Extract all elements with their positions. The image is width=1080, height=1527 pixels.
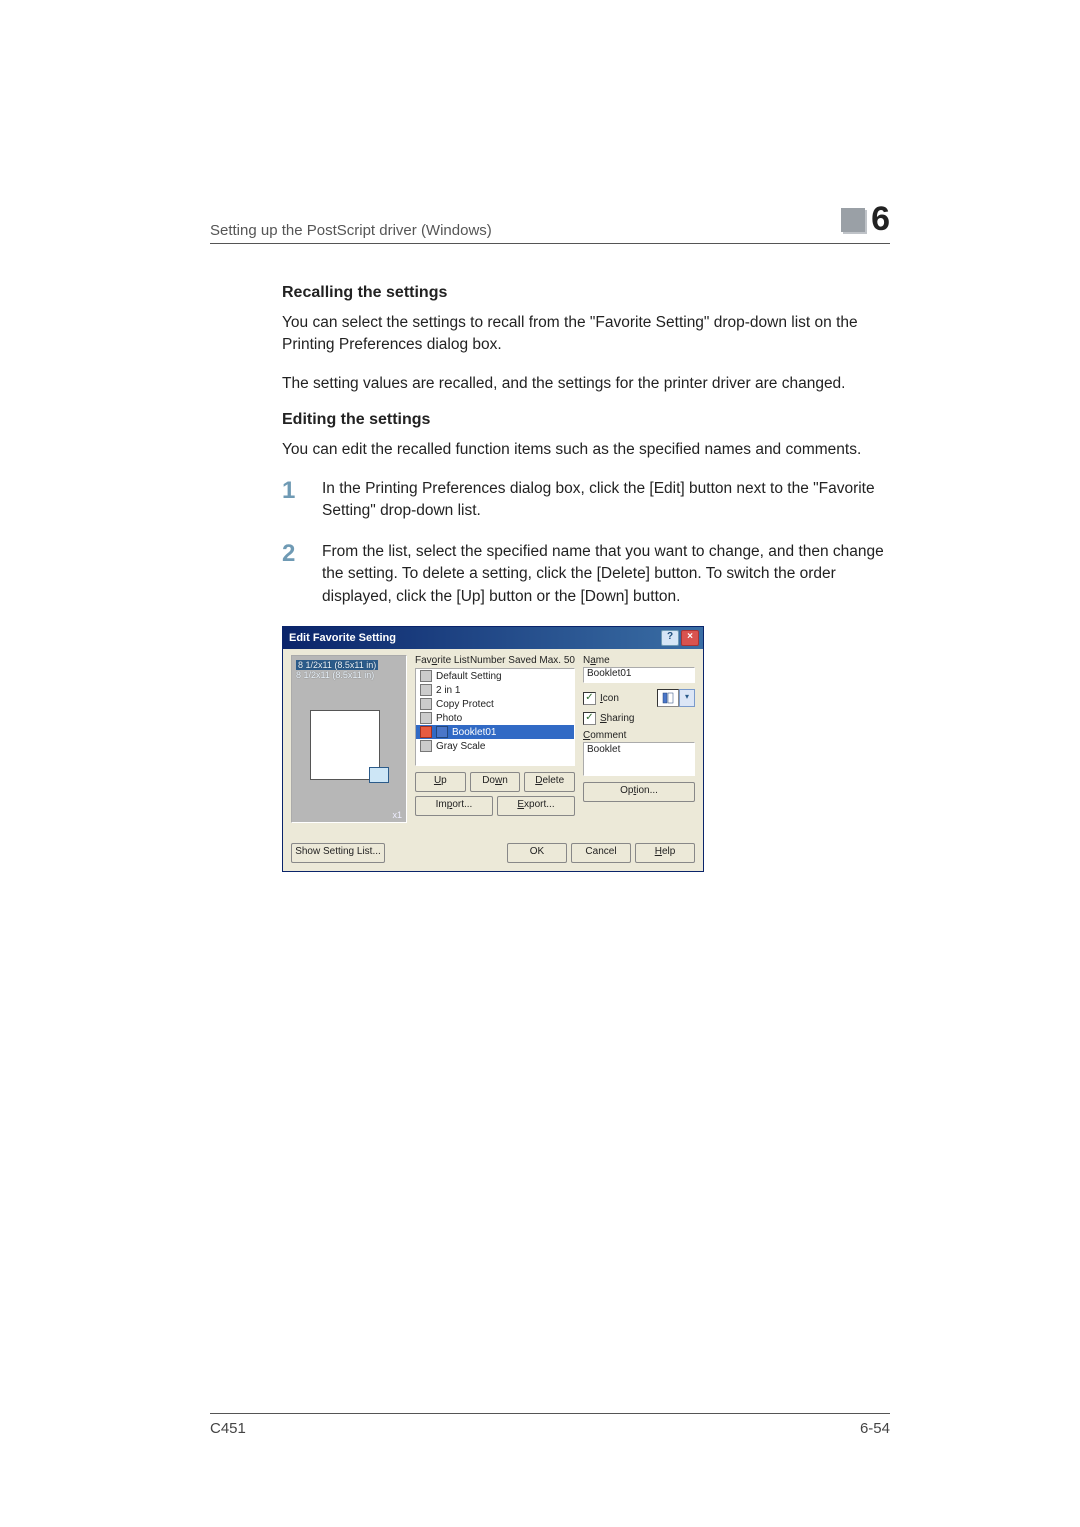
- list-item-label: Default Setting: [436, 671, 502, 682]
- para: You can select the settings to recall fr…: [282, 312, 890, 357]
- step-number: 1: [282, 478, 302, 523]
- section-title-editing: Editing the settings: [282, 411, 890, 429]
- chapter-number: 6: [871, 200, 890, 239]
- preview-page-icon: [310, 710, 380, 780]
- page-footer: C451 6-54: [210, 1413, 890, 1437]
- booklet-icon: [662, 692, 674, 704]
- setting-icon: [420, 740, 432, 752]
- step-text: From the list, select the specified name…: [322, 541, 890, 608]
- chapter-square-icon: [841, 208, 865, 232]
- list-item[interactable]: Booklet01: [416, 725, 574, 739]
- help-button[interactable]: Help: [635, 843, 695, 863]
- step-text: In the Printing Preferences dialog box, …: [322, 478, 890, 523]
- list-item-label: Photo: [436, 713, 462, 724]
- list-item[interactable]: Default Setting: [416, 669, 574, 683]
- icon-checkbox-label: Icon: [600, 693, 619, 704]
- edit-favorite-setting-dialog: Edit Favorite Setting ? × 8 1/2x11 (8.5x…: [282, 626, 704, 872]
- list-item-label: Gray Scale: [436, 741, 485, 752]
- name-input[interactable]: Booklet01: [583, 667, 695, 683]
- comment-input[interactable]: Booklet: [583, 742, 695, 776]
- down-button[interactable]: Down: [470, 772, 521, 792]
- para: You can edit the recalled function items…: [282, 439, 890, 461]
- preview-size-selected: 8 1/2x11 (8.5x11 in): [296, 660, 378, 670]
- list-item[interactable]: 2 in 1: [416, 683, 574, 697]
- comment-label: Comment: [583, 730, 695, 741]
- para: The setting values are recalled, and the…: [282, 373, 890, 395]
- setting-icon: [420, 670, 432, 682]
- favorite-list[interactable]: Default Setting 2 in 1 Copy Protect Phot…: [415, 668, 575, 766]
- ok-button[interactable]: OK: [507, 843, 567, 863]
- list-item[interactable]: Gray Scale: [416, 739, 574, 753]
- sharing-checkbox[interactable]: ✓: [583, 712, 596, 725]
- setting-icon: [420, 726, 432, 738]
- setting-icon: [420, 698, 432, 710]
- up-button[interactable]: Up: [415, 772, 466, 792]
- option-button[interactable]: Option...: [583, 782, 695, 802]
- list-item-label: Copy Protect: [436, 699, 494, 710]
- chapter-badge: 6: [841, 200, 890, 239]
- cancel-button[interactable]: Cancel: [571, 843, 631, 863]
- icon-checkbox[interactable]: ✓: [583, 692, 596, 705]
- show-setting-list-button[interactable]: Show Setting List...: [291, 843, 385, 863]
- delete-button[interactable]: Delete: [524, 772, 575, 792]
- section-title-recalling: Recalling the settings: [282, 284, 890, 302]
- setting-icon: [436, 726, 448, 738]
- footer-left: C451: [210, 1420, 246, 1437]
- help-icon[interactable]: ?: [661, 630, 679, 646]
- dialog-titlebar[interactable]: Edit Favorite Setting ? ×: [283, 627, 703, 649]
- footer-right: 6-54: [860, 1420, 890, 1437]
- export-button[interactable]: Export...: [497, 796, 575, 816]
- preview-pane: 8 1/2x11 (8.5x11 in) 8 1/2x11 (8.5x11 in…: [291, 655, 407, 823]
- header-title: Setting up the PostScript driver (Window…: [210, 222, 492, 239]
- list-item[interactable]: Copy Protect: [416, 697, 574, 711]
- dialog-title: Edit Favorite Setting: [289, 632, 396, 644]
- list-item[interactable]: Photo: [416, 711, 574, 725]
- number-saved-label: Number Saved Max. 50: [470, 655, 575, 666]
- import-button[interactable]: Import...: [415, 796, 493, 816]
- close-icon[interactable]: ×: [681, 630, 699, 646]
- icon-dropdown-button[interactable]: ▾: [679, 689, 695, 707]
- step-number: 2: [282, 541, 302, 608]
- icon-preview: [657, 689, 679, 707]
- setting-icon: [420, 712, 432, 724]
- list-item-label: Booklet01: [452, 727, 496, 738]
- list-item-label: 2 in 1: [436, 685, 460, 696]
- preview-zoom: x1: [392, 810, 402, 820]
- name-label: Name: [583, 655, 695, 666]
- setting-icon: [420, 684, 432, 696]
- page-header: Setting up the PostScript driver (Window…: [210, 200, 890, 244]
- preview-size: 8 1/2x11 (8.5x11 in): [296, 670, 374, 680]
- favorite-list-label: Favorite List: [415, 655, 469, 666]
- sharing-checkbox-label: Sharing: [600, 713, 634, 724]
